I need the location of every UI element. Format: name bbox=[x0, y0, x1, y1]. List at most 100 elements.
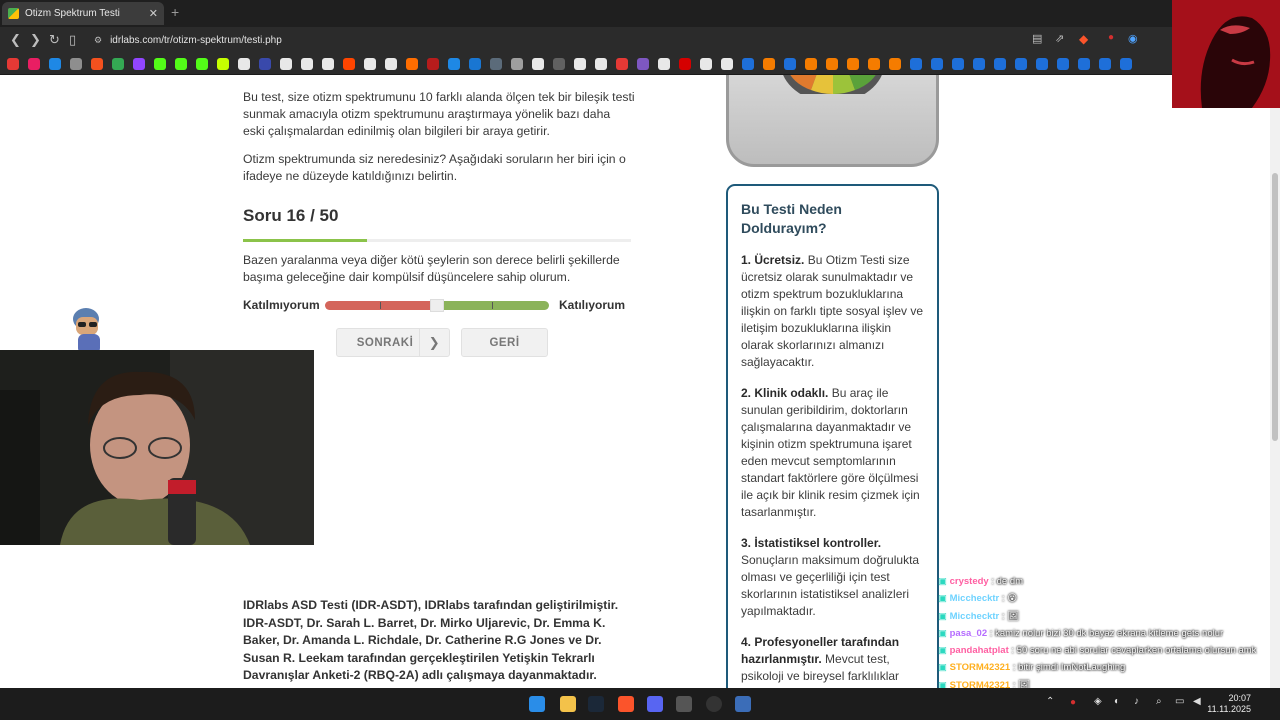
discord-icon[interactable] bbox=[647, 696, 663, 712]
next-button[interactable]: SONRAKİ ❯ bbox=[336, 328, 450, 357]
bookmark-favicon-icon[interactable] bbox=[1099, 57, 1111, 70]
bookmark-favicon-icon[interactable] bbox=[805, 57, 817, 70]
system-clock[interactable]: 20:07 11.11.2025 bbox=[1207, 693, 1251, 715]
brave-browser-icon[interactable] bbox=[618, 696, 634, 712]
bookmark-favicon-icon[interactable] bbox=[658, 57, 670, 70]
extension-icon[interactable]: ◉ bbox=[1128, 32, 1138, 45]
tray-chevron-up-icon[interactable]: ⌃ bbox=[1046, 696, 1054, 707]
bookmark-favicon-icon[interactable] bbox=[910, 57, 922, 70]
bookmark-favicon-icon[interactable] bbox=[1015, 57, 1027, 70]
file-explorer-icon[interactable] bbox=[560, 696, 576, 712]
bookmark-favicon-icon[interactable] bbox=[91, 57, 103, 70]
slider-agree-track[interactable] bbox=[437, 301, 549, 310]
bookmark-favicon-icon[interactable] bbox=[994, 57, 1006, 70]
chat-separator: : bbox=[1008, 645, 1017, 657]
bookmark-favicon-icon[interactable] bbox=[616, 57, 628, 70]
chat-text: 😮 bbox=[1007, 593, 1018, 605]
bookmark-favicon-icon[interactable] bbox=[1057, 57, 1069, 70]
bookmark-favicon-icon[interactable] bbox=[133, 57, 145, 70]
bookmark-favicon-icon[interactable] bbox=[742, 57, 754, 70]
back-button[interactable]: GERİ bbox=[461, 328, 548, 357]
start-menu-icon[interactable] bbox=[529, 696, 545, 712]
bookmark-favicon-icon[interactable] bbox=[931, 57, 943, 70]
scrollbar-thumb[interactable] bbox=[1272, 173, 1278, 441]
steam-icon[interactable] bbox=[588, 696, 604, 712]
bookmark-favicon-icon[interactable] bbox=[679, 57, 691, 70]
bookmark-favicon-icon[interactable] bbox=[532, 57, 544, 70]
bookmark-favicon-icon[interactable] bbox=[952, 57, 964, 70]
bookmark-favicon-icon[interactable] bbox=[574, 57, 586, 70]
bookmark-favicon-icon[interactable] bbox=[70, 57, 82, 70]
bookmark-favicon-icon[interactable] bbox=[595, 57, 607, 70]
tray-speaker-icon[interactable]: ◀ bbox=[1193, 696, 1201, 707]
bookmark-favicon-icon[interactable] bbox=[868, 57, 880, 70]
tray-app-icon[interactable]: ● bbox=[1070, 697, 1076, 708]
bookmark-favicon-icon[interactable] bbox=[385, 57, 397, 70]
reload-icon[interactable]: ↻ bbox=[49, 32, 60, 48]
bookmark-favicon-icon[interactable] bbox=[259, 57, 271, 70]
browser-tab[interactable]: Otizm Spektrum Testi ✕ bbox=[2, 2, 164, 25]
reader-mode-icon[interactable]: ▤ bbox=[1032, 32, 1042, 45]
gauge-icon bbox=[783, 75, 882, 94]
chat-text: kamiz nolur bizi 30 dk beyaz ekrana kitl… bbox=[995, 627, 1224, 639]
bookmark-favicon-icon[interactable] bbox=[469, 57, 481, 70]
tray-volume-icon[interactable]: ♪ bbox=[1134, 696, 1139, 707]
tray-mic-icon[interactable]: ⌕ bbox=[1156, 696, 1162, 707]
bookmark-favicon-icon[interactable] bbox=[154, 57, 166, 70]
tray-display-icon[interactable]: ▭ bbox=[1175, 696, 1184, 707]
bookmark-favicon-icon[interactable] bbox=[763, 57, 775, 70]
bookmark-favicon-icon[interactable] bbox=[238, 57, 250, 70]
bookmark-favicon-icon[interactable] bbox=[217, 57, 229, 70]
bookmark-favicon-icon[interactable] bbox=[1036, 57, 1048, 70]
bookmark-favicon-icon[interactable] bbox=[973, 57, 985, 70]
bookmark-favicon-icon[interactable] bbox=[7, 57, 19, 70]
tab-close-icon[interactable]: ✕ bbox=[149, 7, 158, 20]
bookmark-favicon-icon[interactable] bbox=[1120, 57, 1132, 70]
brave-shields-icon[interactable]: ◆ bbox=[1079, 32, 1088, 46]
bookmark-favicon-icon[interactable] bbox=[637, 57, 649, 70]
bookmark-favicon-icon[interactable] bbox=[112, 57, 124, 70]
next-button-label: SONRAKİ bbox=[356, 336, 414, 349]
credits-text: IDRlabs ASD Testi (IDR-ASDT), IDRlabs ta… bbox=[243, 598, 619, 683]
bookmark-favicon-icon[interactable] bbox=[406, 57, 418, 70]
bookmark-favicon-icon[interactable] bbox=[28, 57, 40, 70]
os-taskbar: ⌃ ● ◈ ◐ ♪ ⌕ ▭ ◀ 20:07 11.11.2025 bbox=[0, 688, 1280, 720]
chat-username: STORM42321 bbox=[949, 662, 1011, 674]
bookmark-favicon-icon[interactable] bbox=[889, 57, 901, 70]
bookmark-favicon-icon[interactable] bbox=[364, 57, 376, 70]
bookmark-favicon-icon[interactable] bbox=[847, 57, 859, 70]
settings-icon[interactable] bbox=[735, 696, 751, 712]
share-icon[interactable]: ⇗ bbox=[1055, 32, 1064, 45]
tray-network-icon[interactable]: ◈ bbox=[1094, 696, 1102, 707]
bookmark-favicon-icon[interactable] bbox=[784, 57, 796, 70]
bookmark-icon[interactable]: ▯ bbox=[69, 32, 76, 48]
slider-disagree-track[interactable] bbox=[325, 301, 437, 310]
back-arrow-icon[interactable]: ❮ bbox=[10, 32, 21, 48]
bookmark-favicon-icon[interactable] bbox=[49, 57, 61, 70]
bookmark-favicon-icon[interactable] bbox=[196, 57, 208, 70]
chat-message: ▣ pandahatplat : 50 soru ne abi sorular … bbox=[938, 642, 1280, 659]
obs-icon[interactable] bbox=[676, 696, 692, 712]
app-icon[interactable] bbox=[706, 696, 722, 712]
bookmark-favicon-icon[interactable] bbox=[826, 57, 838, 70]
bookmark-favicon-icon[interactable] bbox=[322, 57, 334, 70]
bookmark-favicon-icon[interactable] bbox=[721, 57, 733, 70]
bookmark-favicon-icon[interactable] bbox=[553, 57, 565, 70]
ublock-icon[interactable]: ● bbox=[1108, 32, 1114, 43]
bookmark-favicon-icon[interactable] bbox=[301, 57, 313, 70]
bookmark-favicon-icon[interactable] bbox=[343, 57, 355, 70]
bookmark-favicon-icon[interactable] bbox=[700, 57, 712, 70]
bookmark-favicon-icon[interactable] bbox=[511, 57, 523, 70]
tray-steam-icon[interactable]: ◐ bbox=[1114, 696, 1120, 707]
bookmark-favicon-icon[interactable] bbox=[490, 57, 502, 70]
forward-arrow-icon[interactable]: ❯ bbox=[30, 32, 41, 48]
bookmark-favicon-icon[interactable] bbox=[1078, 57, 1090, 70]
new-tab-button[interactable]: + bbox=[171, 4, 179, 20]
site-info-icon[interactable]: ⚙ bbox=[94, 35, 102, 46]
bookmark-favicon-icon[interactable] bbox=[448, 57, 460, 70]
bookmark-favicon-icon[interactable] bbox=[427, 57, 439, 70]
bookmark-favicon-icon[interactable] bbox=[280, 57, 292, 70]
address-bar[interactable]: ⚙ idrlabs.com/tr/otizm-spektrum/testi.ph… bbox=[88, 30, 1088, 50]
bookmark-favicon-icon[interactable] bbox=[175, 57, 187, 70]
slider-handle[interactable] bbox=[430, 299, 444, 312]
